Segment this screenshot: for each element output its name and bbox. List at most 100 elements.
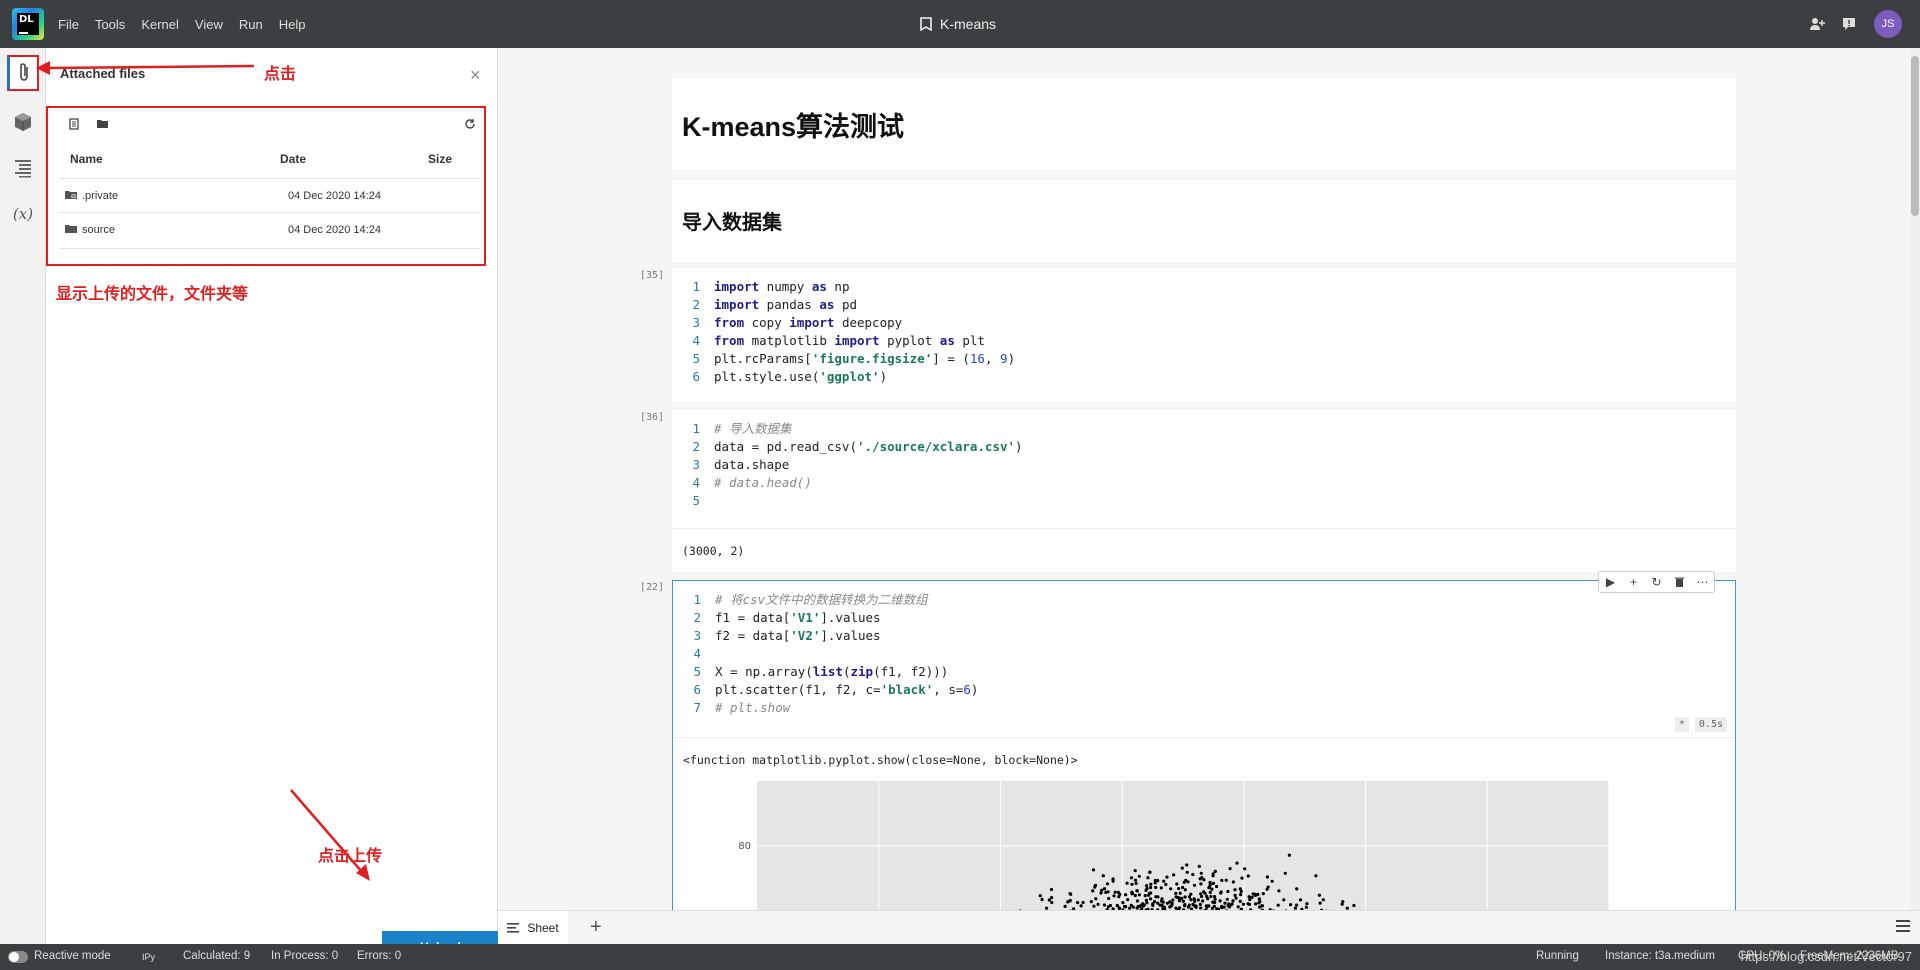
scatter-point (1198, 902, 1202, 906)
code-editor[interactable]: 1 import numpy as np 2 import pandas as pd… (682, 278, 1015, 386)
scatter-point (1111, 877, 1115, 881)
scatter-point (1201, 899, 1205, 903)
scatter-point (1079, 904, 1083, 908)
locked-folder-icon (65, 190, 77, 203)
column-header-name[interactable]: Name (70, 152, 103, 166)
file-row[interactable]: .private 04 Dec 2020 14:24 (60, 178, 480, 212)
reactive-mode-toggle[interactable] (8, 951, 28, 963)
markdown-cell-title[interactable]: K-means算法测试 (672, 78, 1736, 170)
delete-cell-icon[interactable] (1668, 572, 1691, 592)
code-editor[interactable]: 1 # 导入数据集 2 data = pd.read_csv('./source/x… (682, 420, 1022, 510)
scatter-point (1265, 875, 1269, 879)
main-menu: File Tools Kernel View Run Help (58, 0, 321, 48)
scatter-point (1276, 903, 1280, 907)
scatter-point (1160, 903, 1164, 907)
scatter-point (1254, 902, 1258, 906)
code-cell-load-data[interactable]: 1 # 导入数据集 2 data = pd.read_csv('./source/x… (672, 410, 1736, 572)
column-header-date[interactable]: Date (280, 152, 306, 166)
more-icon[interactable]: ⋯ (1691, 572, 1714, 592)
scatter-point (1175, 882, 1179, 886)
menu-file[interactable]: File (58, 17, 79, 32)
scatter-point (1174, 891, 1178, 895)
scatter-point (1040, 897, 1044, 902)
scatter-point (1211, 881, 1215, 885)
notebook-title[interactable]: K-means (920, 0, 996, 48)
sheet-tab[interactable]: Sheet (498, 911, 568, 945)
cell-toolbar: ▶ + ↻ ⋯ (1598, 571, 1715, 593)
new-file-icon[interactable] (68, 118, 80, 130)
code-editor[interactable]: 1 # 将csv文件中的数据转换为二维数组 2 f1 = data['V1'].va… (683, 591, 978, 717)
scatter-point (1270, 879, 1274, 883)
markdown-cell-section[interactable]: 导入数据集 (672, 180, 1736, 262)
hamburger-menu-icon[interactable] (1896, 919, 1910, 936)
scatter-point (1238, 899, 1242, 903)
scatter-point (1191, 872, 1195, 877)
menu-tools[interactable]: Tools (95, 17, 125, 32)
scatter-point (1298, 898, 1303, 902)
annotation-click: 点击 (264, 64, 297, 83)
scatter-point (1149, 897, 1153, 901)
scatter-point (1125, 881, 1129, 885)
scatter-point (1149, 891, 1153, 895)
scrollbar-thumb[interactable] (1911, 56, 1919, 216)
sheet-tab-label: Sheet (527, 921, 559, 935)
scatter-point (1224, 878, 1228, 882)
rerun-icon[interactable]: ↻ (1645, 572, 1668, 592)
scatter-point (1136, 904, 1140, 908)
cell-prompt: [36] (640, 412, 665, 423)
run-cell-icon[interactable]: ▶ (1599, 572, 1622, 592)
scatter-point (1171, 898, 1175, 902)
menu-view[interactable]: View (195, 17, 223, 32)
add-sheet-icon[interactable]: + (590, 917, 602, 937)
scatter-point (1287, 853, 1291, 857)
refresh-icon[interactable] (464, 118, 476, 133)
column-header-size[interactable]: Size (428, 152, 452, 166)
notebook-structure-tool[interactable] (7, 150, 39, 186)
scatter-point (1318, 901, 1322, 905)
packages-tool[interactable] (7, 104, 39, 140)
scatter-point (1094, 897, 1098, 901)
scatter-point (1091, 889, 1095, 893)
scatter-point (1133, 878, 1138, 882)
file-date: 04 Dec 2020 14:24 (288, 190, 381, 202)
kernel-status: Running (1536, 950, 1579, 962)
attached-files-tool[interactable] (7, 55, 39, 91)
scatter-point (1257, 897, 1261, 901)
menu-help[interactable]: Help (279, 17, 306, 32)
scatter-point (1233, 893, 1237, 897)
scatter-point (1203, 891, 1207, 895)
scatter-point (1282, 898, 1286, 902)
scatter-point (1168, 905, 1172, 909)
scatter-point (1239, 893, 1243, 897)
calculated-count: Calculated: 9 (183, 950, 251, 962)
scatter-point (1235, 861, 1239, 865)
scatter-point (1144, 888, 1148, 892)
add-user-icon[interactable] (1806, 13, 1828, 35)
cell-prompt: [22] (640, 582, 665, 593)
instance-info: Instance: t3a.medium (1605, 950, 1715, 962)
scatter-point (1199, 882, 1203, 886)
scatter-point (1243, 867, 1247, 871)
scatter-point (1178, 891, 1182, 895)
menu-kernel[interactable]: Kernel (141, 17, 179, 32)
code-cell-imports[interactable]: 1 import numpy as np 2 import pandas as pd… (672, 268, 1736, 402)
scatter-point (1106, 890, 1110, 894)
feedback-icon[interactable] (1838, 13, 1860, 35)
add-cell-icon[interactable]: + (1622, 572, 1645, 592)
scatter-point (1153, 878, 1157, 882)
avatar[interactable]: JS (1874, 10, 1902, 38)
scatter-point (1250, 895, 1254, 899)
menu-run[interactable]: Run (239, 17, 263, 32)
new-folder-icon[interactable] (96, 118, 109, 130)
close-icon[interactable]: × (470, 66, 481, 84)
scatter-point (1210, 887, 1214, 891)
variables-tool[interactable]: (x) (7, 196, 39, 232)
kernel-type: IPy (142, 952, 156, 962)
scatter-point (1253, 893, 1257, 898)
code-cell-scatter[interactable]: ▶ + ↻ ⋯ 1 # 将csv文件中的数据转换为二维数组 2 f1 = data[… (672, 571, 1736, 910)
execution-time: * 0.5s (1674, 717, 1727, 732)
scatter-point (1187, 895, 1192, 899)
scatter-point (1134, 881, 1138, 885)
scatter-point (1220, 878, 1224, 882)
file-row[interactable]: source 04 Dec 2020 14:24 (60, 212, 480, 246)
